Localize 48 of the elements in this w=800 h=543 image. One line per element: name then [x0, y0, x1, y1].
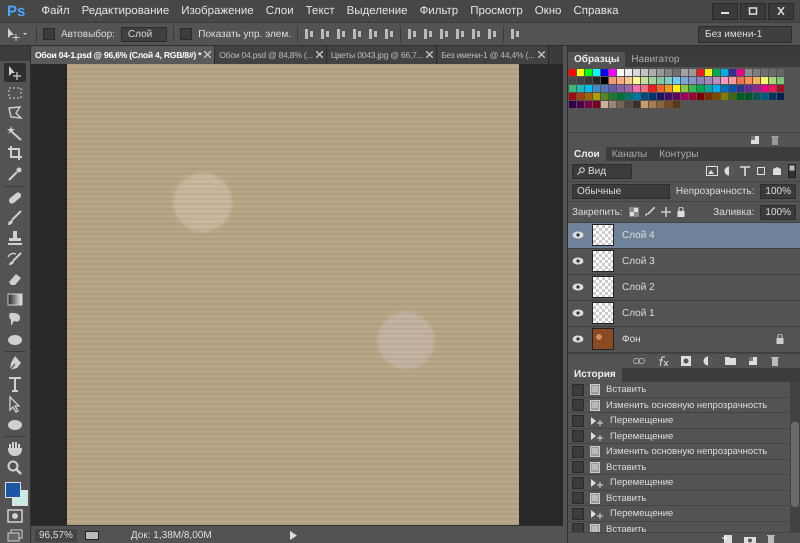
opacity-field[interactable]: 100% [760, 184, 796, 200]
menu-item[interactable]: Справка [567, 5, 625, 17]
zoom-level[interactable]: 96,57% [35, 528, 77, 542]
history-step[interactable]: Вставить [606, 524, 646, 532]
history-step[interactable]: Перемещение [610, 430, 674, 442]
checkbox-label: Показать упр. элем. [198, 28, 292, 40]
history-step[interactable]: Перемещение [610, 415, 674, 426]
document-tab[interactable]: Обои 04.psd @ 84,8% (... [215, 46, 327, 64]
app-logo: Ps [6, 2, 26, 20]
menu-item[interactable]: Слои [260, 5, 300, 17]
menu-item[interactable]: Файл [35, 5, 76, 17]
panel-tab[interactable]: Образцы [568, 52, 626, 67]
menu-item[interactable]: Просмотр [464, 5, 529, 17]
layer-row[interactable]: Слой 3 [568, 248, 800, 275]
menu-item[interactable]: Изображение [175, 5, 260, 17]
checkbox-label: Автовыбор: [61, 28, 115, 40]
lock-label: Закрепить: [572, 206, 623, 218]
document-tab[interactable]: Обои 04-1.psd @ 96,6% (Слой 4, RGB/8#) * [31, 46, 216, 64]
panel-tab[interactable]: Навигатор [625, 52, 686, 67]
fill-field[interactable]: 100% [760, 204, 796, 220]
filter-dropdown[interactable]: Вид [572, 164, 632, 179]
history-step[interactable]: Перемещение [610, 508, 674, 520]
panel-tab[interactable]: История [568, 368, 622, 382]
dropdown[interactable]: Слой [120, 26, 168, 42]
document-tab[interactable]: Без имени-1 @ 44,4% (... [437, 46, 549, 64]
history-step[interactable]: Перемещение [610, 477, 674, 488]
history-step[interactable]: Вставить [606, 384, 646, 396]
history-step[interactable]: Изменить основную непрозрачность [606, 446, 768, 458]
opacity-label: Непрозрачность: [676, 186, 754, 198]
fill-label: Заливка: [713, 206, 754, 218]
layer-row[interactable]: Слой 2 [568, 274, 800, 301]
panel-tab[interactable]: Слои [568, 146, 606, 162]
menu-item[interactable]: Текст [300, 5, 341, 17]
menu-item[interactable]: Выделение [340, 5, 414, 17]
document-size: Док: 1,38M/8,00M [130, 530, 212, 541]
panel-tab[interactable]: Контуры [653, 146, 704, 162]
menu-item[interactable]: Окно [528, 5, 568, 17]
panel-tab[interactable]: Каналы [606, 146, 654, 162]
history-step[interactable]: Изменить основную непрозрачность [606, 400, 768, 411]
document-tab[interactable]: Цветы 0043.jpg @ 66,7... [326, 46, 438, 64]
menu-item[interactable]: Редактирование [76, 5, 176, 17]
workspace-field[interactable]: Без имени-1 [698, 26, 792, 42]
layer-row[interactable]: Слой 1 [568, 300, 800, 327]
history-step[interactable]: Вставить [606, 492, 646, 504]
layer-row[interactable]: Фон [568, 326, 800, 353]
history-step[interactable]: Вставить [606, 462, 646, 473]
blend-mode-dropdown[interactable]: Обычные [572, 184, 670, 200]
menu-item[interactable]: Фильтр [414, 5, 464, 17]
